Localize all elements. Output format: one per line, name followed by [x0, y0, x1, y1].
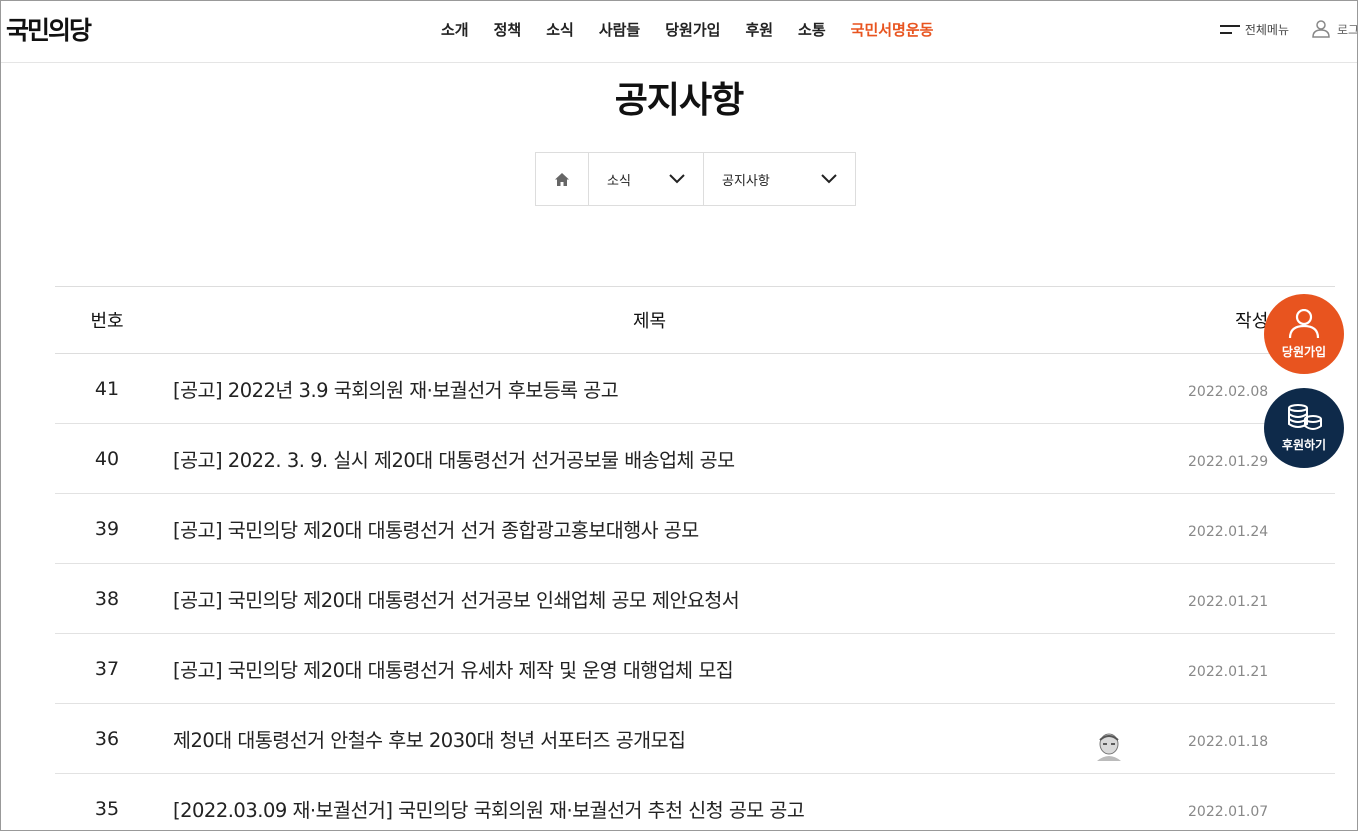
breadcrumb-category-label: 소식	[607, 173, 631, 189]
hamburger-icon	[1219, 24, 1240, 35]
row-no: 37	[94, 657, 120, 680]
nav-item-news[interactable]: 소식	[546, 19, 574, 40]
breadcrumb-select-board[interactable]: 공지사항	[704, 153, 855, 205]
row-no: 38	[94, 587, 120, 610]
row-date: 2022.01.24	[1188, 523, 1269, 540]
site-header: 국민의당 소개 정책 소식 사람들 당원가입 후원 소통 국민서명운동 전체메뉴…	[1, 1, 1357, 63]
row-title-link[interactable]: [공고] 2022년 3.9 국회의원 재·보궐선거 후보등록 공고	[159, 374, 1185, 403]
row-no: 41	[94, 377, 120, 400]
all-menu-button[interactable]: 전체메뉴	[1219, 21, 1289, 38]
table-row[interactable]: 39 [공고] 국민의당 제20대 대통령선거 선거 종합광고홍보대행사 공모 …	[55, 494, 1335, 564]
chevron-down-icon	[669, 174, 685, 184]
row-title-link[interactable]: [공고] 국민의당 제20대 대통령선거 선거공보 인쇄업체 공모 제안요청서	[159, 584, 1185, 613]
table-row[interactable]: 41 [공고] 2022년 3.9 국회의원 재·보궐선거 후보등록 공고 20…	[55, 354, 1335, 424]
login-label: 로그인	[1337, 22, 1357, 37]
nav-item-policy[interactable]: 정책	[494, 19, 522, 40]
table-row[interactable]: 35 [2022.03.09 재·보궐선거] 국민의당 국회의원 재·보궐선거 …	[55, 774, 1335, 831]
nav-item-intro[interactable]: 소개	[441, 19, 469, 40]
coins-icon	[1288, 403, 1322, 430]
main-nav: 소개 정책 소식 사람들 당원가입 후원 소통 국민서명운동	[441, 19, 958, 40]
header-no: 번호	[90, 311, 124, 332]
header-title: 제목	[632, 311, 667, 332]
home-icon	[555, 172, 569, 186]
row-date: 2022.01.21	[1188, 593, 1269, 610]
chevron-down-icon	[821, 174, 837, 184]
row-no: 35	[94, 797, 120, 820]
nav-item-join[interactable]: 당원가입	[665, 19, 720, 40]
row-title-link[interactable]: 제20대 대통령선거 안철수 후보 2030대 청년 서포터즈 공개모집	[159, 724, 1185, 753]
user-icon	[1288, 308, 1320, 338]
row-no: 40	[94, 447, 120, 470]
row-no: 36	[94, 727, 120, 750]
row-title-link[interactable]: [공고] 국민의당 제20대 대통령선거 유세차 제작 및 운영 대행업체 모집	[159, 654, 1185, 683]
site-logo[interactable]: 국민의당	[6, 11, 92, 47]
table-header: 번호 제목 작성일	[55, 287, 1335, 354]
avatar	[1093, 729, 1125, 761]
floating-donate-label: 후원하기	[1281, 437, 1327, 452]
utility-menu: 전체메뉴 로그인	[1219, 19, 1357, 39]
nav-item-people[interactable]: 사람들	[599, 19, 640, 40]
row-date: 2022.01.07	[1188, 803, 1269, 820]
nav-item-community[interactable]: 소통	[798, 19, 826, 40]
row-title-link[interactable]: [공고] 2022. 3. 9. 실시 제20대 대통령선거 선거공보물 배송업…	[159, 444, 1185, 473]
floating-donate-button[interactable]: 후원하기	[1264, 388, 1344, 468]
row-title-link[interactable]: [2022.03.09 재·보궐선거] 국민의당 국회의원 재·보궐선거 추천 …	[159, 794, 1185, 823]
breadcrumb: 소식 공지사항	[535, 152, 856, 206]
table-row[interactable]: 36 제20대 대통령선거 안철수 후보 2030대 청년 서포터즈 공개모집 …	[55, 704, 1335, 774]
row-date: 2022.01.18	[1188, 733, 1269, 750]
floating-join-button[interactable]: 당원가입	[1264, 294, 1344, 374]
row-date: 2022.01.21	[1188, 663, 1269, 680]
login-button[interactable]: 로그인	[1311, 19, 1357, 39]
floating-join-label: 당원가입	[1281, 344, 1327, 359]
all-menu-label: 전체메뉴	[1244, 22, 1289, 37]
row-title-link[interactable]: [공고] 국민의당 제20대 대통령선거 선거 종합광고홍보대행사 공모	[159, 514, 1185, 543]
nav-item-donate[interactable]: 후원	[745, 19, 773, 40]
table-row[interactable]: 37 [공고] 국민의당 제20대 대통령선거 유세차 제작 및 운영 대행업체…	[55, 634, 1335, 704]
user-icon	[1312, 20, 1330, 38]
nav-item-petition[interactable]: 국민서명운동	[851, 19, 934, 40]
breadcrumb-select-category[interactable]: 소식	[589, 153, 704, 205]
notice-table: 번호 제목 작성일 41 [공고] 2022년 3.9 국회의원 재·보궐선거 …	[55, 286, 1335, 831]
page-title: 공지사항	[614, 80, 744, 121]
breadcrumb-home[interactable]	[536, 153, 589, 205]
table-row[interactable]: 40 [공고] 2022. 3. 9. 실시 제20대 대통령선거 선거공보물 …	[55, 424, 1335, 494]
breadcrumb-board-label: 공지사항	[722, 173, 770, 189]
row-no: 39	[94, 517, 120, 540]
table-row[interactable]: 38 [공고] 국민의당 제20대 대통령선거 선거공보 인쇄업체 공모 제안요…	[55, 564, 1335, 634]
